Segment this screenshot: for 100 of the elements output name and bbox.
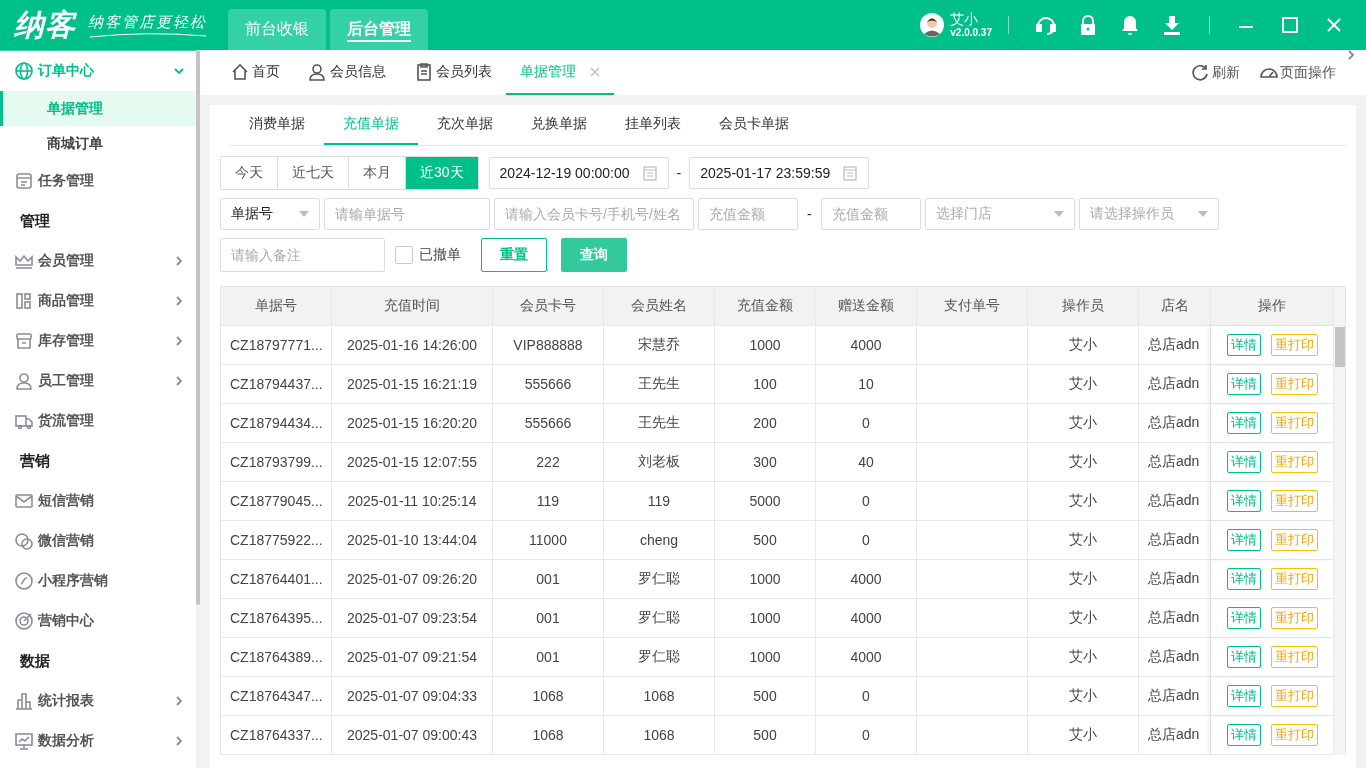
page-tab[interactable]: 首页: [216, 50, 294, 95]
date-preset-button[interactable]: 今天: [221, 157, 278, 189]
start-date-field[interactable]: 2024-12-19 00:00:00: [488, 157, 669, 189]
reprint-button[interactable]: 重打印: [1270, 685, 1318, 707]
date-preset-button[interactable]: 近30天: [406, 157, 478, 189]
sidebar-item[interactable]: 小程序营销: [0, 561, 196, 601]
reprint-button[interactable]: 重打印: [1270, 490, 1318, 512]
module-tab[interactable]: 前台收银: [228, 9, 326, 50]
close-icon[interactable]: [590, 66, 600, 77]
sidebar-item[interactable]: 营销中心: [0, 601, 196, 641]
scrollbar-thumb[interactable]: [1334, 327, 1345, 367]
box-icon: [14, 331, 34, 351]
sub-tab[interactable]: 充次单据: [418, 105, 512, 145]
reprint-button[interactable]: 重打印: [1270, 568, 1318, 590]
reprint-button[interactable]: 重打印: [1270, 451, 1318, 473]
table-cell: 119: [604, 482, 715, 521]
sidebar-item[interactable]: 订单中心: [0, 51, 196, 91]
version-label: v2.0.0.37: [950, 27, 992, 39]
detail-button[interactable]: 详情: [1226, 568, 1261, 590]
table-cell: 200: [715, 404, 816, 443]
min-amount-field[interactable]: 充值金额: [698, 198, 798, 230]
reprint-button[interactable]: 重打印: [1270, 607, 1318, 629]
download-icon[interactable]: [1161, 14, 1183, 36]
page-tab[interactable]: 会员列表: [400, 50, 506, 95]
detail-button[interactable]: 详情: [1226, 412, 1261, 434]
table-cell: 001: [493, 599, 604, 638]
reprint-button[interactable]: 重打印: [1270, 373, 1318, 395]
table-cell: 1000: [715, 599, 816, 638]
page-tab[interactable]: 会员信息: [294, 50, 400, 95]
detail-button[interactable]: 详情: [1226, 451, 1261, 473]
sidebar-item[interactable]: 货流管理: [0, 401, 196, 441]
reprint-button[interactable]: 重打印: [1270, 529, 1318, 551]
remark-field[interactable]: 请输入备注: [220, 238, 385, 272]
sidebar-item[interactable]: 数据分析: [0, 721, 196, 761]
page-action[interactable]: 刷新: [1180, 50, 1250, 95]
sidebar-item[interactable]: 统计报表: [0, 681, 196, 721]
sidebar-item[interactable]: 商品管理: [0, 281, 196, 321]
reset-button[interactable]: 重置: [481, 238, 547, 272]
detail-button[interactable]: 详情: [1226, 373, 1261, 395]
revoked-checkbox[interactable]: [395, 246, 413, 264]
table-cell: 艾小: [1028, 521, 1139, 560]
headset-icon[interactable]: [1035, 14, 1057, 36]
order-number-field[interactable]: 请输单据号: [324, 198, 490, 230]
sub-tab[interactable]: 充值单据: [324, 105, 418, 145]
detail-button[interactable]: 详情: [1226, 685, 1261, 707]
detail-button[interactable]: 详情: [1226, 529, 1261, 551]
table-cell: 艾小: [1028, 599, 1139, 638]
sub-tab[interactable]: 会员卡单据: [700, 105, 808, 145]
table-cell: 500: [715, 677, 816, 716]
detail-button[interactable]: 详情: [1226, 646, 1261, 668]
caret-icon: [1197, 211, 1208, 217]
type-select[interactable]: 单据号: [220, 198, 320, 230]
table-cell: 刘老板: [604, 443, 715, 482]
table-cell: 0: [816, 677, 917, 716]
scrollbar-thumb[interactable]: [196, 50, 200, 605]
sub-tab[interactable]: 挂单列表: [606, 105, 700, 145]
sidebar-item[interactable]: 任务管理: [0, 161, 196, 201]
avatar-icon[interactable]: [920, 13, 945, 37]
table-cell: 总店adn: [1139, 326, 1211, 365]
table-cell: 2025-01-11 10:25:14: [332, 482, 493, 521]
sub-tab[interactable]: 兑换单据: [512, 105, 606, 145]
maximize-icon[interactable]: [1280, 15, 1300, 35]
reprint-button[interactable]: 重打印: [1270, 412, 1318, 434]
store-select[interactable]: 选择门店: [924, 198, 1075, 230]
table-cell: 555666: [493, 404, 604, 443]
table-cell: 555666: [493, 365, 604, 404]
module-tab[interactable]: 后台管理: [330, 9, 428, 50]
sidebar-item[interactable]: 库存管理: [0, 321, 196, 361]
page-tab[interactable]: 单据管理: [506, 50, 614, 95]
sidebar-subitem[interactable]: 商城订单: [0, 126, 196, 161]
page-action[interactable]: 页面操作: [1250, 50, 1346, 95]
sidebar-item[interactable]: 短信营销: [0, 481, 196, 521]
sidebar-item[interactable]: 微信营销: [0, 521, 196, 561]
range-separator: -: [675, 165, 683, 181]
detail-button[interactable]: 详情: [1226, 724, 1261, 746]
reprint-button[interactable]: 重打印: [1270, 724, 1318, 746]
detail-button[interactable]: 详情: [1226, 334, 1261, 356]
member-search-field[interactable]: 请输入会员卡号/手机号/姓名: [494, 198, 694, 230]
board-icon: [14, 171, 34, 191]
chevron-icon: [174, 296, 184, 306]
sidebar-subitem[interactable]: 单据管理: [0, 91, 196, 126]
sub-tab[interactable]: 消费单据: [230, 105, 324, 145]
table-cell: 0: [816, 716, 917, 755]
sidebar-item[interactable]: 会员管理: [0, 241, 196, 281]
sidebar-item[interactable]: 员工管理: [0, 361, 196, 401]
reprint-button[interactable]: 重打印: [1270, 646, 1318, 668]
table-cell: 2025-01-07 09:26:20: [332, 560, 493, 599]
bell-icon[interactable]: [1119, 14, 1141, 36]
detail-button[interactable]: 详情: [1226, 607, 1261, 629]
table-cell: CZ18764395...: [221, 599, 332, 638]
table-cell: VIP888888: [493, 326, 604, 365]
end-date-field[interactable]: 2025-01-17 23:59:59: [689, 157, 870, 189]
query-button[interactable]: 查询: [561, 238, 627, 272]
swoosh-icon: [88, 31, 208, 38]
reprint-button[interactable]: 重打印: [1270, 334, 1318, 356]
detail-button[interactable]: 详情: [1226, 490, 1261, 512]
table-cell: 0: [816, 521, 917, 560]
column-header: 会员卡号: [493, 287, 604, 326]
max-amount-field[interactable]: 充值金额: [820, 198, 921, 230]
operator-select[interactable]: 请选择操作员: [1078, 198, 1219, 230]
